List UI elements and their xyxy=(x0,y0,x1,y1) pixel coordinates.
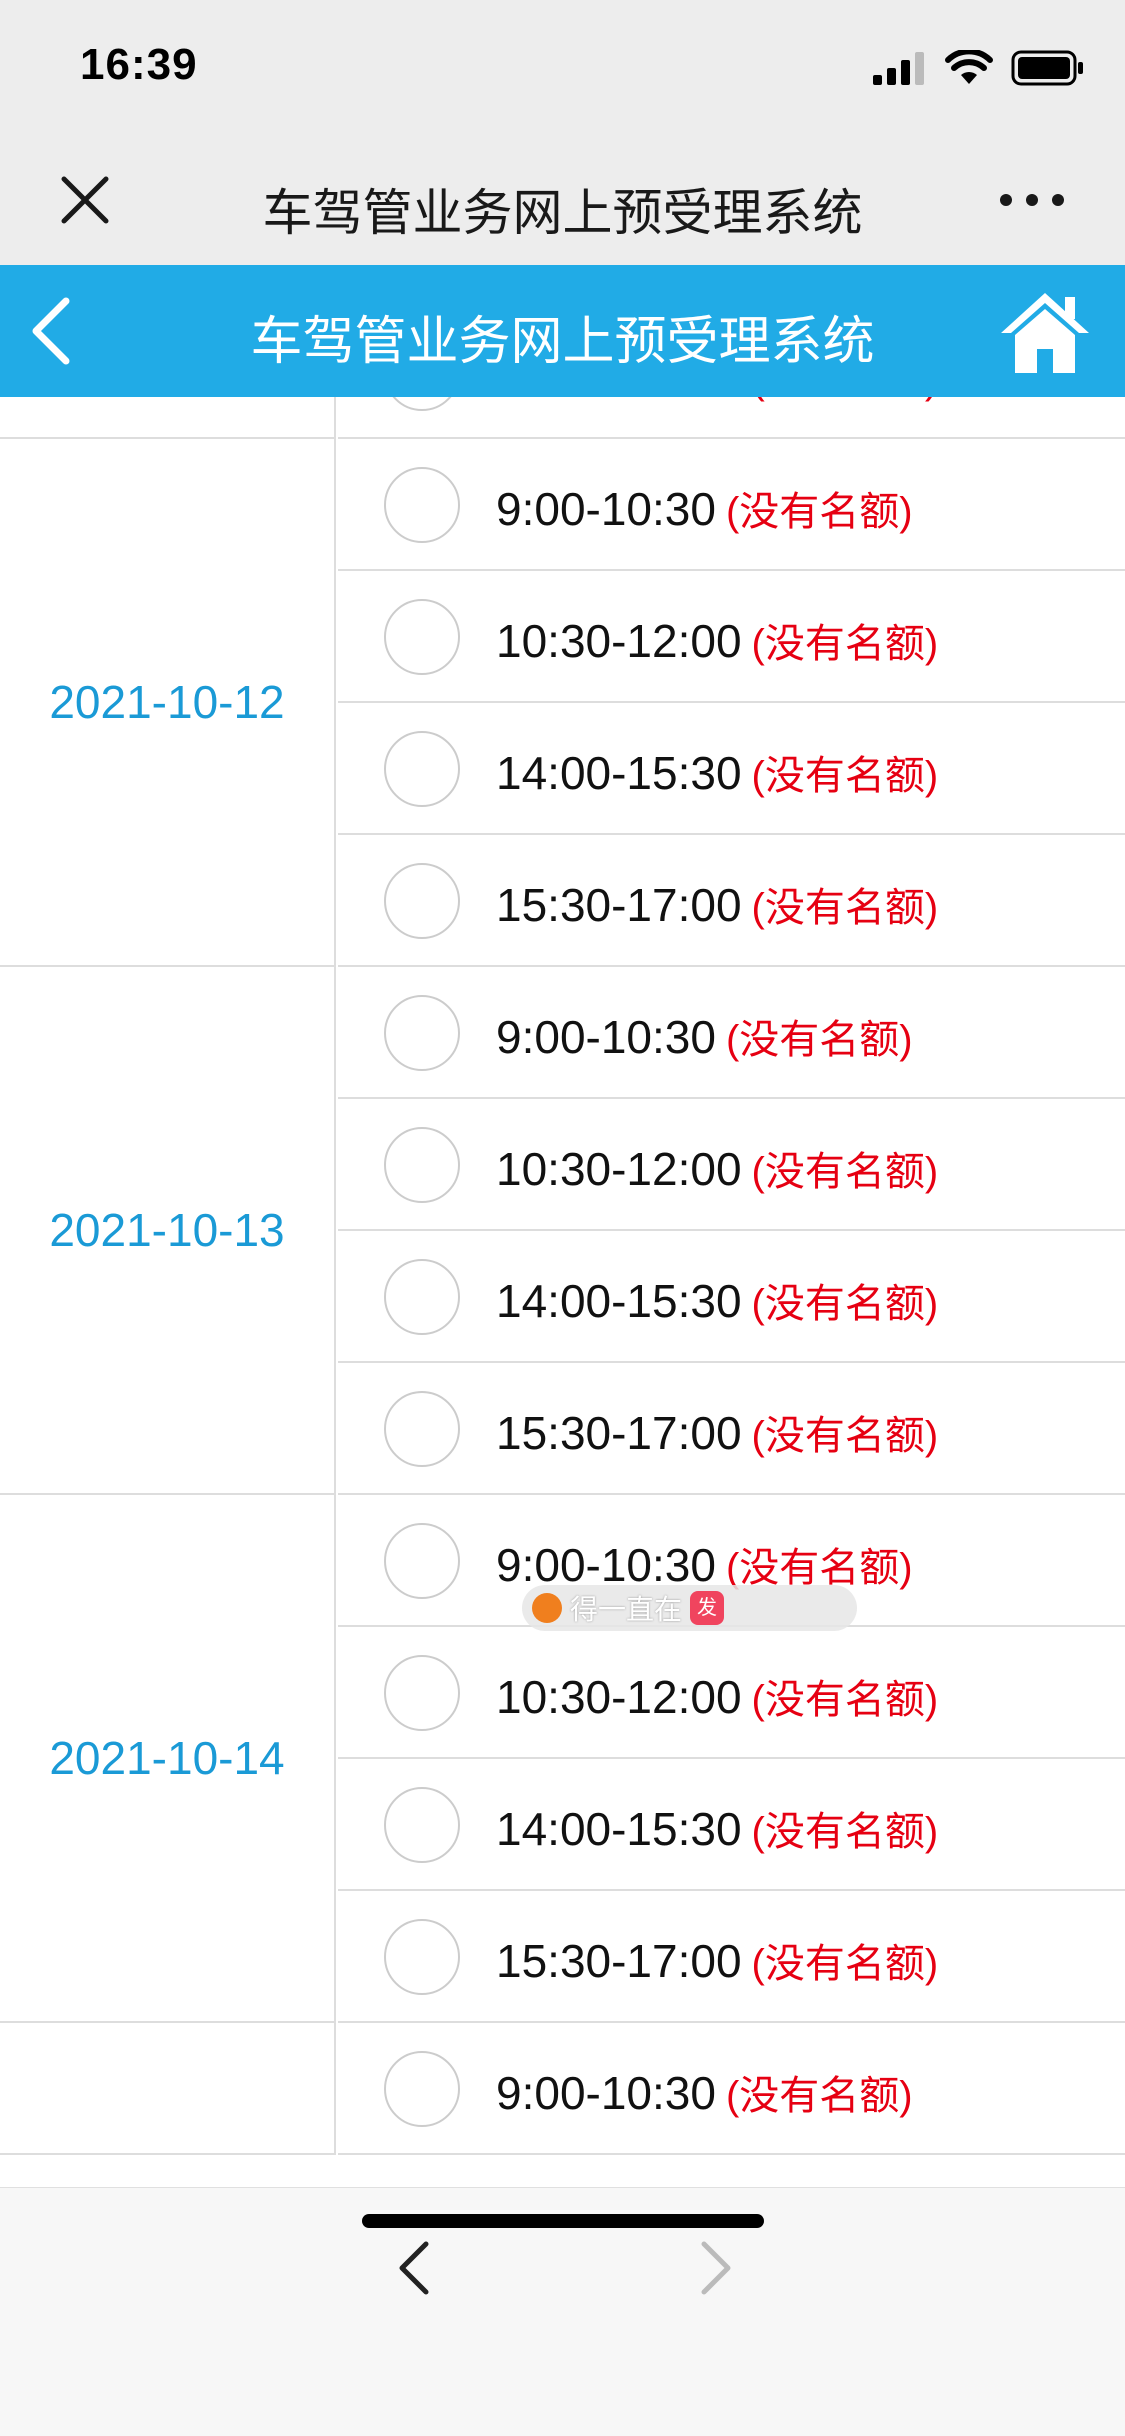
app-header: 车驾管业务网上预受理系统 xyxy=(0,265,1125,397)
time-slot-text: 10:30-12:00 (没有名额) xyxy=(496,1139,938,1197)
page-forward-icon[interactable] xyxy=(690,2238,740,2298)
time-slot-text: 9:00-10:30 (没有名额) xyxy=(496,479,913,537)
time-slot-row[interactable]: 15:30-17:00(没有名额) xyxy=(338,835,1125,967)
time-slot-text: 9:00-10:30 (没有名额) xyxy=(496,1007,913,1065)
time-slot-radio[interactable] xyxy=(384,1259,460,1335)
time-slot-radio[interactable] xyxy=(384,995,460,1071)
time-slot-label: 9:00-10:30 xyxy=(496,1539,716,1591)
availability-status: (没有名额) xyxy=(751,1810,939,1854)
availability-status: (没有名额) xyxy=(751,1150,939,1194)
time-slot-text: 9:00-10:30 (没有名额) xyxy=(496,2063,913,2121)
time-slot-radio[interactable] xyxy=(384,599,460,675)
availability-status: (没有名额) xyxy=(725,1546,913,1590)
time-slot-label: 9:00-10:30 xyxy=(496,483,716,535)
availability-status: (没有名额) xyxy=(751,754,939,798)
date-cell: 2021-10-14 xyxy=(0,1495,336,2023)
time-slot-radio[interactable] xyxy=(384,2051,460,2127)
time-slot-text: 14:00-15:30 (没有名额) xyxy=(496,1271,938,1329)
time-slot-label: 10:30-12:00 xyxy=(496,1671,742,1723)
battery-icon xyxy=(1011,50,1083,86)
date-label: 2021-10-12 xyxy=(49,676,285,728)
date-cell: 2021-10-12 xyxy=(0,439,336,967)
availability-status: (没有名额) xyxy=(725,490,913,534)
date-cell xyxy=(0,2023,336,2155)
availability-status: (没有名额) xyxy=(752,397,939,402)
more-icon[interactable] xyxy=(997,187,1067,213)
time-slot-text: 15:30-17:00 (没有名额) xyxy=(496,397,938,405)
time-slot-label: 15:30-17:00 xyxy=(496,1935,742,1987)
watermark-logo-icon xyxy=(532,1593,562,1623)
time-slot-text: 15:30-17:00(没有名额) xyxy=(496,1403,938,1461)
availability-status: (没有名额) xyxy=(725,1018,913,1062)
page-back-icon[interactable] xyxy=(390,2238,440,2298)
status-time: 16:39 xyxy=(80,40,198,89)
time-slot-row[interactable]: 14:00-15:30 (没有名额) xyxy=(338,1759,1125,1891)
time-slot-row[interactable]: 14:00-15:30 (没有名额) xyxy=(338,1231,1125,1363)
time-slot-row[interactable]: 10:30-12:00 (没有名额) xyxy=(338,1099,1125,1231)
date-cell xyxy=(0,397,336,439)
time-slot-label: 9:00-10:30 xyxy=(496,1011,716,1063)
availability-status: (没有名额) xyxy=(751,622,939,666)
watermark: 得一直在 发布 xyxy=(522,1585,857,1653)
time-slot-row[interactable]: 14:00-15:30 (没有名额) xyxy=(338,703,1125,835)
availability-status: (没有名额) xyxy=(751,1414,939,1458)
back-arrow-icon[interactable] xyxy=(22,293,82,369)
time-slot-label: 14:00-15:30 xyxy=(496,1275,742,1327)
date-label: 2021-10-14 xyxy=(49,1732,285,1784)
time-slot-row[interactable]: 9:00-10:30 (没有名额) xyxy=(338,439,1125,571)
time-slot-row[interactable]: 10:30-12:00 (没有名额) xyxy=(338,1627,1125,1759)
time-slot-row[interactable]: 15:30-17:00(没有名额) xyxy=(338,1891,1125,2023)
time-slot-radio[interactable] xyxy=(384,467,460,543)
schedule-scroller: 15:30-17:00(没有名额)2021-10-129:00-10:30(没有… xyxy=(0,397,1125,2155)
time-slot-radio[interactable] xyxy=(384,1919,460,1995)
time-slot-radio[interactable] xyxy=(384,731,460,807)
availability-status: (没有名额) xyxy=(751,1678,939,1722)
time-slot-label: 15:30-17:00 xyxy=(496,1407,742,1459)
time-slot-text: 14:00-15:30 (没有名额) xyxy=(496,1799,938,1857)
time-slot-radio[interactable] xyxy=(384,1655,460,1731)
time-slot-row[interactable]: 9:00-10:30 (没有名额) xyxy=(338,967,1125,1099)
time-slot-label: 15:30-17:00 xyxy=(496,879,742,931)
home-icon[interactable] xyxy=(995,287,1095,377)
wifi-icon xyxy=(945,50,993,84)
time-slot-text: 15:30-17:00(没有名额) xyxy=(496,1931,938,1989)
availability-status: (没有名额) xyxy=(751,1942,939,1986)
home-indicator xyxy=(362,2214,764,2228)
time-slot-row[interactable]: 10:30-12:00 (没有名额) xyxy=(338,571,1125,703)
app-title: 车驾管业务网上预受理系统 xyxy=(250,313,875,371)
time-slot-row[interactable]: 15:30-17:00(没有名额) xyxy=(338,1363,1125,1495)
time-slot-radio[interactable] xyxy=(384,1787,460,1863)
status-icons xyxy=(873,50,1085,86)
time-slot-label: 14:00-15:30 xyxy=(496,1803,742,1855)
watermark-text: 得一直在 xyxy=(570,1594,683,1625)
time-slot-radio[interactable] xyxy=(384,1391,460,1467)
time-slot-text: 10:30-12:00 (没有名额) xyxy=(496,611,938,669)
time-slot-row[interactable]: 15:30-17:00 (没有名额) xyxy=(338,397,1125,439)
cellular-signal-icon xyxy=(873,52,924,85)
time-slot-text: 10:30-12:00 (没有名额) xyxy=(496,1667,938,1725)
time-slot-label: 10:30-12:00 xyxy=(496,1143,742,1195)
time-slot-text: 14:00-15:30 (没有名额) xyxy=(496,743,938,801)
time-slot-radio[interactable] xyxy=(384,863,460,939)
date-label: 2021-10-13 xyxy=(49,1204,285,1256)
time-slot-label: 14:00-15:30 xyxy=(496,747,742,799)
date-cell: 2021-10-13 xyxy=(0,967,336,1495)
watermark-badge: 发布 xyxy=(690,1591,725,1653)
availability-status: (没有名额) xyxy=(751,886,939,930)
time-slot-radio[interactable] xyxy=(384,397,460,411)
schedule-list[interactable]: 15:30-17:00(没有名额)2021-10-129:00-10:30(没有… xyxy=(0,397,1125,2187)
time-slot-row[interactable]: 9:00-10:30 (没有名额) xyxy=(338,2023,1125,2155)
close-icon[interactable] xyxy=(58,173,112,227)
time-slot-label: 9:00-10:30 xyxy=(496,2067,716,2119)
time-slot-label: 10:30-12:00 xyxy=(496,615,742,667)
availability-status: (没有名额) xyxy=(725,2074,913,2118)
time-slot-radio[interactable] xyxy=(384,1127,460,1203)
wechat-nav-bar: 车驾管业务网上预受理系统 xyxy=(0,135,1125,265)
time-slot-radio[interactable] xyxy=(384,1523,460,1599)
wechat-page-title: 车驾管业务网上预受理系统 xyxy=(262,185,863,241)
time-slot-text: 15:30-17:00(没有名额) xyxy=(496,875,938,933)
availability-status: (没有名额) xyxy=(751,1282,939,1326)
status-bar: 16:39 xyxy=(0,0,1125,135)
time-slot-label: 15:30-17:00 xyxy=(496,397,742,403)
